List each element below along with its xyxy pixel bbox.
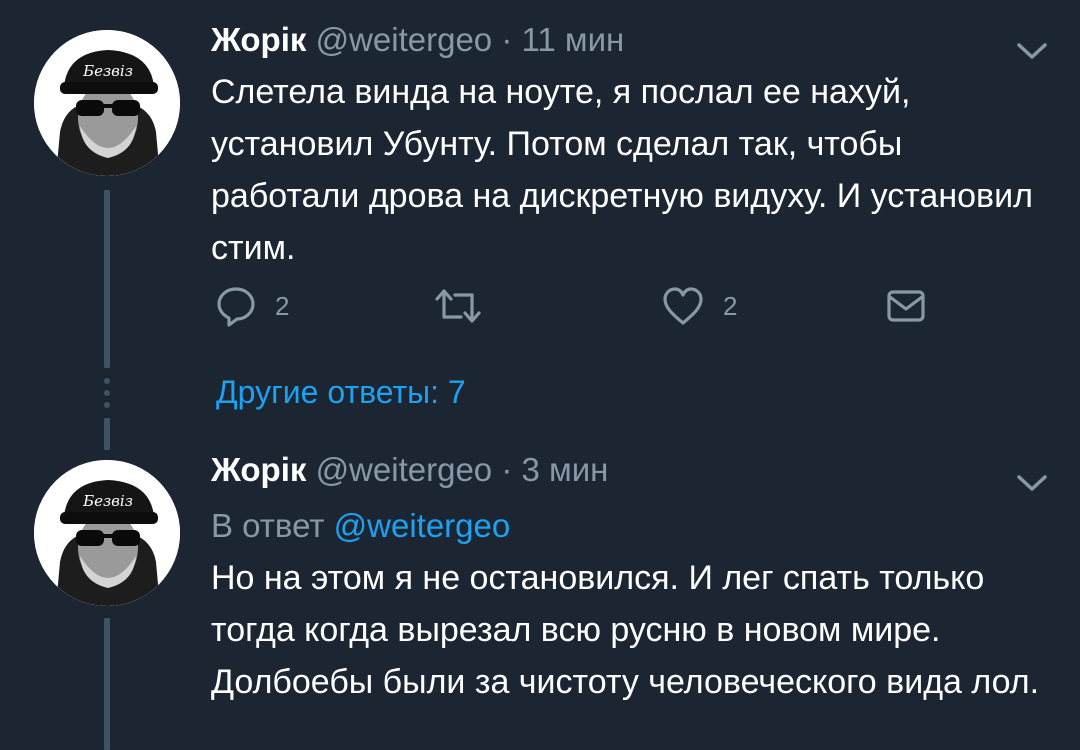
retweet-icon bbox=[435, 289, 481, 323]
like-count: 2 bbox=[723, 290, 738, 321]
avatar-image: Безвіз bbox=[34, 460, 180, 606]
tweet-header: Жорік @weitergeo · 3 мин bbox=[211, 448, 608, 492]
tweet-actions: 2 2 bbox=[211, 284, 1051, 328]
like-button[interactable]: 2 bbox=[661, 284, 737, 328]
author-handle[interactable]: @weitergeo bbox=[316, 451, 493, 488]
thread-line-top bbox=[104, 190, 110, 368]
thread-dots bbox=[104, 378, 110, 414]
more-replies-link[interactable]: Другие ответы: 7 bbox=[216, 370, 466, 414]
timestamp[interactable]: 11 мин bbox=[522, 21, 625, 58]
avatar[interactable]: Безвіз bbox=[34, 30, 180, 176]
chevron-down-icon[interactable] bbox=[1015, 40, 1049, 62]
timeline: Безвіз Жорік @weitergeo · 11 мин Слетела… bbox=[0, 0, 1080, 750]
tweet-header: Жорік @weitergeo · 11 мин bbox=[211, 18, 624, 62]
reply-context: В ответ @weitergeo bbox=[211, 504, 510, 548]
direct-message-button[interactable] bbox=[885, 284, 927, 328]
tweet-text: Слетела винда на ноуте, я послал ее наху… bbox=[211, 73, 1033, 267]
thread-line-middle bbox=[104, 418, 110, 450]
heart-icon bbox=[663, 287, 703, 325]
reply-button[interactable]: 2 bbox=[215, 284, 289, 328]
author-name[interactable]: Жорік bbox=[211, 21, 306, 58]
timestamp[interactable]: 3 мин bbox=[522, 451, 609, 488]
envelope-icon bbox=[887, 290, 925, 322]
reply-mention-link[interactable]: @weitergeo bbox=[334, 507, 511, 544]
chevron-down-icon[interactable] bbox=[1015, 472, 1049, 494]
author-name[interactable]: Жорік bbox=[211, 451, 306, 488]
reply-icon bbox=[217, 287, 255, 327]
svg-text:Безвіз: Безвіз bbox=[82, 62, 133, 80]
svg-text:Безвіз: Безвіз bbox=[82, 492, 133, 510]
avatar-image: Безвіз bbox=[34, 30, 180, 176]
reply-prefix: В ответ bbox=[211, 507, 325, 544]
retweet-button[interactable] bbox=[433, 284, 483, 328]
separator: · bbox=[501, 21, 513, 58]
separator: · bbox=[501, 451, 513, 488]
avatar[interactable]: Безвіз bbox=[34, 460, 180, 606]
reply-count: 2 bbox=[275, 290, 290, 321]
thread-line-bottom bbox=[104, 618, 110, 750]
author-handle[interactable]: @weitergeo bbox=[316, 21, 493, 58]
tweet-text: Но на этом я не остановился. И лег спать… bbox=[211, 559, 1040, 701]
